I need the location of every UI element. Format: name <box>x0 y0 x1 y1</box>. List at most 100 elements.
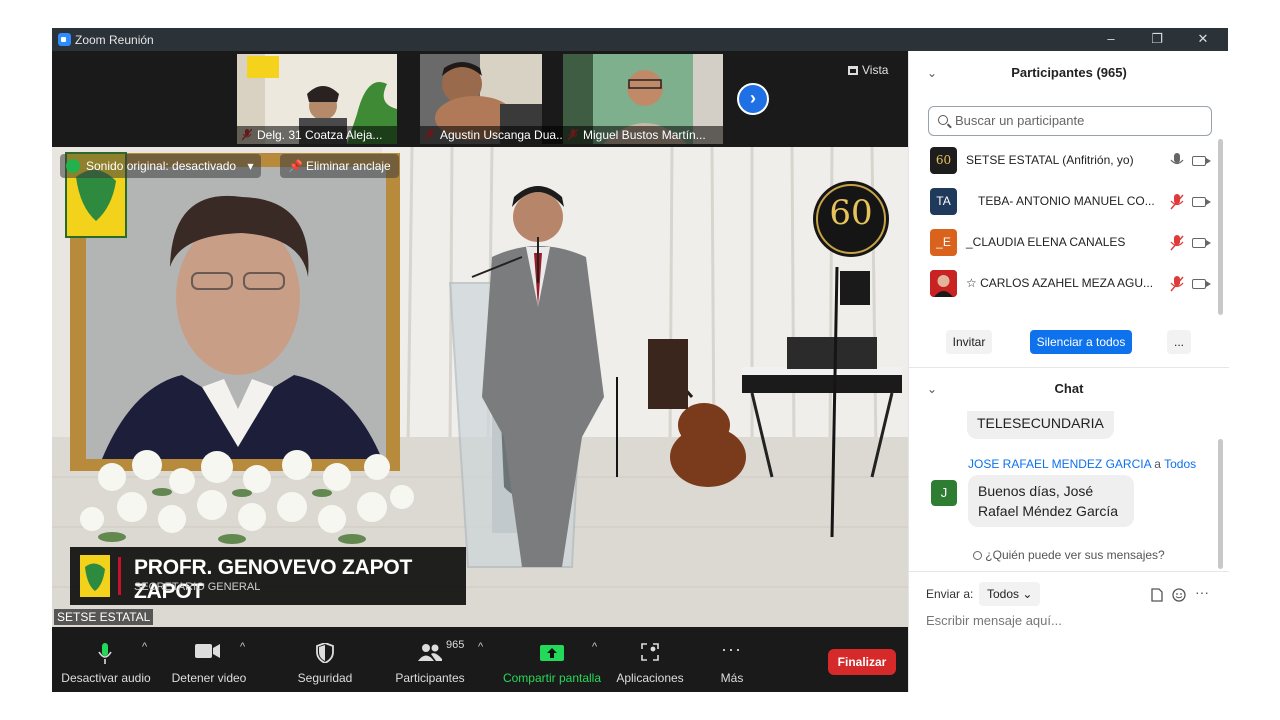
participant-row[interactable]: 60 SETSE ESTATAL (Anfitrión, yo) <box>930 147 1220 177</box>
more-options-icon[interactable]: ··· <box>1195 584 1209 600</box>
video-camera-icon[interactable] <box>1192 238 1211 248</box>
apps-icon <box>641 643 659 661</box>
who-can-see-link[interactable]: ¿Quién puede ver sus mensajes? <box>909 548 1229 562</box>
chat-message-line: Buenos días, José <box>978 483 1094 499</box>
unpin-label: Eliminar anclaje <box>306 159 391 173</box>
lower-third-banner: PROFR. GENOVEVO ZAPOT ZAPOT SECRETARIO G… <box>70 547 466 605</box>
chat-to-word: a <box>1154 457 1161 471</box>
avatar: _E <box>930 229 957 256</box>
send-to-dropdown[interactable]: Todos ⌄ <box>979 582 1041 606</box>
share-screen-label: Compartir pantalla <box>502 671 602 685</box>
participant-search-input[interactable]: Buscar un participante <box>928 106 1212 136</box>
participants-label: Participantes <box>395 671 465 685</box>
participant-thumbnail[interactable]: Agustin Uscanga Dua... <box>420 54 580 144</box>
muted-mic-icon[interactable] <box>1170 194 1184 210</box>
anniversary-badge: 60 <box>829 193 873 233</box>
invite-button[interactable]: Invitar <box>946 330 992 354</box>
zoom-app-icon <box>58 33 71 46</box>
more-label: Más <box>720 671 744 685</box>
main-speaker-video[interactable]: Sonido original: desactivado ▾ 📌 Elimina… <box>52 147 908 627</box>
participants-count: 965 <box>446 639 465 651</box>
share-options-chevron-icon[interactable]: ^ <box>592 641 597 653</box>
original-sound-text: Sonido original: desactivado <box>86 159 237 173</box>
participant-row[interactable]: TA TEBA- ANTONIO MANUEL CO... <box>930 188 1220 218</box>
divider <box>909 571 1229 572</box>
emoji-icon[interactable] <box>1172 588 1186 602</box>
share-screen-button[interactable]: Compartir pantalla <box>498 627 606 692</box>
participants-button[interactable]: 965 Participantes <box>388 627 472 692</box>
chat-message-bubble: TELESECUNDARIA <box>967 411 1114 439</box>
meeting-toolbar: Desactivar audio ^ Detener video ^ Segur… <box>52 627 908 692</box>
stop-video-label: Detener video <box>171 671 247 685</box>
title-bar: Zoom Reunión – ❐ ✕ <box>52 28 1228 51</box>
audio-options-chevron-icon[interactable]: ^ <box>142 641 147 653</box>
chat-sender[interactable]: JOSE RAFAEL MENDEZ GARCIA <box>968 457 1151 471</box>
chat-header[interactable]: ⌄ Chat <box>909 377 1229 401</box>
zoom-window: Zoom Reunión – ❐ ✕ Delg. 31 Coatza Aleja… <box>52 28 1229 692</box>
speaker-name: PROFR. GENOVEVO ZAPOT ZAPOT <box>134 556 413 603</box>
microphone-icon <box>98 643 112 664</box>
side-panel: ⌄ Participantes (965) Buscar un particip… <box>908 51 1229 692</box>
video-camera-icon[interactable] <box>1192 279 1211 289</box>
unpin-button[interactable]: 📌 Eliminar anclaje <box>280 154 399 178</box>
shield-icon <box>316 643 334 663</box>
chat-input[interactable]: Escribir mensaje aquí... <box>926 613 1216 628</box>
mute-all-button[interactable]: Silenciar a todos <box>1030 330 1132 354</box>
participants-more-button[interactable]: ... <box>1167 330 1191 354</box>
file-icon[interactable] <box>1151 588 1163 602</box>
muted-mic-icon[interactable] <box>1170 235 1184 251</box>
mute-audio-button[interactable]: Desactivar audio <box>58 627 154 692</box>
view-button[interactable]: Vista <box>848 63 888 77</box>
more-button[interactable]: ··· Más <box>712 627 752 692</box>
more-dots-icon: ··· <box>721 639 742 659</box>
security-label: Seguridad <box>297 671 353 685</box>
chat-avatar: J <box>931 480 957 506</box>
stop-video-button[interactable]: Detener video <box>164 627 254 692</box>
shield-check-icon <box>66 159 80 173</box>
chat-title: Chat <box>1054 381 1084 396</box>
participant-name: Miguel Bustos Martín... <box>563 126 723 144</box>
share-screen-icon <box>540 645 564 661</box>
participant-thumbnail[interactable]: Delg. 31 Coatza Aleja... <box>237 54 397 144</box>
video-camera-icon[interactable] <box>1192 156 1211 166</box>
participant-row[interactable]: _E _CLAUDIA ELENA CANALES <box>930 229 1220 259</box>
collapse-chevron-icon[interactable]: ⌄ <box>927 377 937 401</box>
mute-audio-label: Desactivar audio <box>61 671 151 685</box>
security-button[interactable]: Seguridad <box>290 627 360 692</box>
participants-options-chevron-icon[interactable]: ^ <box>478 641 483 653</box>
divider <box>909 367 1229 368</box>
avatar: 60 <box>930 147 957 174</box>
speaker-role: SECRETARIO GENERAL <box>134 581 261 593</box>
search-icon <box>938 115 948 125</box>
muted-mic-icon[interactable] <box>1170 276 1184 292</box>
chevron-down-icon: ⌄ <box>1022 587 1033 601</box>
avatar <box>930 270 957 297</box>
end-meeting-button[interactable]: Finalizar <box>828 649 896 675</box>
send-to-label: Enviar a: <box>926 587 974 601</box>
microphone-icon[interactable] <box>1170 153 1184 169</box>
setse-logo-icon <box>80 555 110 597</box>
apps-button[interactable]: Aplicaciones <box>612 627 688 692</box>
video-options-chevron-icon[interactable]: ^ <box>240 641 245 653</box>
participants-scrollbar[interactable] <box>1218 139 1223 315</box>
participant-row-name: _CLAUDIA ELENA CANALES <box>966 235 1126 249</box>
participants-icon <box>418 644 442 661</box>
participant-row-name: TEBA- ANTONIO MANUEL CO... <box>978 194 1155 208</box>
chat-recipient[interactable]: Todos <box>1164 457 1196 471</box>
participant-row-name: SETSE ESTATAL (Anfitrión, yo) <box>966 153 1134 167</box>
next-page-arrow-icon[interactable]: › <box>737 83 769 115</box>
original-sound-indicator[interactable]: Sonido original: desactivado ▾ <box>60 154 262 178</box>
video-camera-icon[interactable] <box>1192 197 1211 207</box>
person-icon <box>973 551 983 560</box>
participants-header[interactable]: ⌄ Participantes (965) <box>909 61 1229 85</box>
who-can-see-text: ¿Quién puede ver sus mensajes? <box>985 548 1165 562</box>
chevron-down-icon[interactable]: ▾ <box>247 159 253 173</box>
chat-message-bubble: Buenos días, José Rafael Méndez García <box>968 475 1134 527</box>
participant-row[interactable]: ☆ CARLOS AZAHEL MEZA AGU... <box>930 270 1220 300</box>
close-button[interactable]: ✕ <box>1180 28 1226 51</box>
participant-thumbnail[interactable]: Miguel Bustos Martín... <box>563 54 723 144</box>
minimize-button[interactable]: – <box>1088 28 1134 51</box>
collapse-chevron-icon[interactable]: ⌄ <box>927 61 937 85</box>
restore-button[interactable]: ❐ <box>1134 28 1180 51</box>
apps-label: Aplicaciones <box>616 671 684 685</box>
